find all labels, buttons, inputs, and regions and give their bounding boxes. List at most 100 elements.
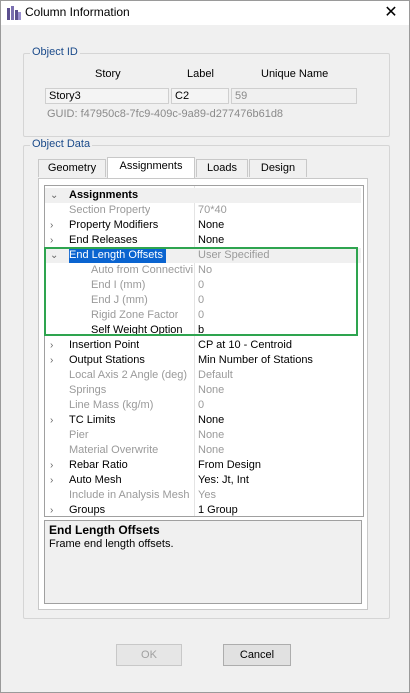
- story-header: Story: [95, 68, 121, 80]
- title-bar: Column Information ✕: [1, 1, 409, 25]
- grid-row-value[interactable]: b: [198, 323, 204, 338]
- expand-chevron-icon[interactable]: ›: [50, 503, 53, 516]
- description-title: End Length Offsets: [49, 523, 160, 537]
- grid-row-name: Springs: [69, 384, 107, 396]
- tab-loads[interactable]: Loads: [196, 159, 248, 177]
- grid-row[interactable]: › End Releases None: [45, 233, 361, 248]
- grid-row[interactable]: Material Overwrite None: [45, 443, 361, 458]
- object-data-group: Object Data Geometry Assignments Loads D…: [23, 138, 390, 619]
- window-title: Column Information: [25, 5, 130, 19]
- grid-row-name: Auto Mesh: [69, 474, 122, 486]
- grid-row-value[interactable]: Yes: [198, 488, 216, 503]
- tab-geometry[interactable]: Geometry: [38, 159, 106, 177]
- label-field: C2: [171, 88, 229, 104]
- grid-row[interactable]: ⌄ End Length Offsets User Specified: [45, 248, 361, 263]
- cancel-button[interactable]: Cancel: [223, 644, 291, 666]
- grid-row[interactable]: Include in Analysis Mesh Yes: [45, 488, 361, 503]
- grid-row-value[interactable]: 70*40: [198, 203, 227, 218]
- grid-row-value[interactable]: None: [198, 443, 224, 458]
- grid-row-value[interactable]: Yes: Jt, Int: [198, 473, 249, 488]
- grid-row[interactable]: Pier None: [45, 428, 361, 443]
- grid-row[interactable]: Auto from Connectivity No: [45, 263, 361, 278]
- grid-row-name: Auto from Connectivity: [91, 264, 193, 276]
- grid-row-name: Groups: [69, 504, 106, 516]
- expand-chevron-icon[interactable]: ›: [50, 233, 53, 248]
- description-panel: End Length Offsets Frame end length offs…: [44, 520, 362, 604]
- grid-row[interactable]: › TC Limits None: [45, 413, 361, 428]
- grid-row[interactable]: › Rebar Ratio From Design: [45, 458, 361, 473]
- grid-row-value[interactable]: 1 Group: [198, 503, 238, 516]
- grid-row-value[interactable]: Min Number of Stations: [198, 353, 313, 368]
- grid-row-value[interactable]: None: [198, 428, 224, 443]
- collapse-chevron-icon[interactable]: ⌄: [50, 248, 58, 263]
- unique-name-header: Unique Name: [261, 68, 329, 80]
- object-data-group-title: Object Data: [30, 138, 93, 150]
- grid-row-value[interactable]: Default: [198, 368, 233, 383]
- tab-design[interactable]: Design: [249, 159, 307, 177]
- grid-row-value[interactable]: From Design: [198, 458, 261, 473]
- object-id-group: Object ID Story Label Unique Name Story3…: [23, 46, 390, 137]
- expand-chevron-icon[interactable]: ›: [50, 338, 53, 353]
- grid-row-name: Assignments: [69, 189, 139, 201]
- grid-row-value[interactable]: 0: [198, 278, 204, 293]
- grid-row-name: Include in Analysis Mesh: [69, 489, 190, 501]
- expand-chevron-icon[interactable]: ›: [50, 458, 53, 473]
- app-icon: [7, 6, 21, 20]
- grid-row-name: Line Mass (kg/m): [69, 399, 154, 411]
- close-icon[interactable]: ✕: [379, 3, 403, 23]
- grid-row-name: End Length Offsets: [69, 248, 166, 263]
- object-id-group-title: Object ID: [30, 46, 80, 58]
- grid-row-value[interactable]: No: [198, 263, 212, 278]
- assignments-panel: ⌄ Assignments Section Property 70*40 › Proper…: [38, 178, 368, 610]
- column-information-dialog: Column Information ✕ Object ID Story Lab…: [0, 0, 410, 693]
- grid-row-name: TC Limits: [69, 414, 116, 426]
- grid-row-name: Section Property: [69, 204, 151, 216]
- grid-row[interactable]: › Auto Mesh Yes: Jt, Int: [45, 473, 361, 488]
- grid-row[interactable]: › Output Stations Min Number of Stations: [45, 353, 361, 368]
- grid-row-name: End J (mm): [91, 294, 148, 306]
- grid-row[interactable]: Self Weight Option b: [45, 323, 361, 338]
- grid-row-value[interactable]: None: [198, 413, 224, 428]
- grid-row-value[interactable]: 0: [198, 398, 204, 413]
- grid-row-name: Local Axis 2 Angle (deg): [69, 369, 188, 381]
- grid-row-value[interactable]: None: [198, 383, 224, 398]
- grid-row[interactable]: › Insertion Point CP at 10 - Centroid: [45, 338, 361, 353]
- grid-row-name: Rigid Zone Factor: [91, 309, 179, 321]
- collapse-chevron-icon[interactable]: ⌄: [50, 188, 58, 203]
- grid-row-value[interactable]: None: [198, 218, 224, 233]
- grid-row[interactable]: › Property Modifiers None: [45, 218, 361, 233]
- grid-row-name: Pier: [69, 429, 89, 441]
- grid-row-value[interactable]: 0: [198, 308, 204, 323]
- grid-row-name: End I (mm): [91, 279, 146, 291]
- grid-row[interactable]: Rigid Zone Factor 0: [45, 308, 361, 323]
- grid-row-value[interactable]: 0: [198, 293, 204, 308]
- grid-row-name: Self Weight Option: [91, 324, 183, 336]
- expand-chevron-icon[interactable]: ›: [50, 218, 53, 233]
- unique-name-field: 59: [231, 88, 357, 104]
- grid-row-name: End Releases: [69, 234, 138, 246]
- grid-row[interactable]: End J (mm) 0: [45, 293, 361, 308]
- tab-assignments[interactable]: Assignments: [107, 157, 195, 178]
- grid-row-name: Material Overwrite: [69, 444, 159, 456]
- grid-row-name: Insertion Point: [69, 339, 140, 351]
- grid-row-value[interactable]: CP at 10 - Centroid: [198, 338, 292, 353]
- label-header: Label: [187, 68, 214, 80]
- expand-chevron-icon[interactable]: ›: [50, 353, 53, 368]
- grid-row[interactable]: Springs None: [45, 383, 361, 398]
- grid-row[interactable]: Line Mass (kg/m) 0: [45, 398, 361, 413]
- grid-row-name: Rebar Ratio: [69, 459, 128, 471]
- grid-row-value[interactable]: None: [198, 233, 224, 248]
- grid-row[interactable]: End I (mm) 0: [45, 278, 361, 293]
- guid-text: GUID: f47950c8-7fc9-409c-9a89-d277476b61…: [47, 108, 284, 120]
- expand-chevron-icon[interactable]: ›: [50, 413, 53, 428]
- grid-row[interactable]: Section Property 70*40: [45, 203, 361, 218]
- grid-row[interactable]: › Groups 1 Group: [45, 503, 361, 516]
- grid-row-value[interactable]: User Specified: [198, 248, 270, 263]
- grid-row-name: Output Stations: [69, 354, 145, 366]
- ok-button[interactable]: OK: [116, 644, 182, 666]
- description-body: Frame end length offsets.: [49, 538, 174, 550]
- grid-row[interactable]: Local Axis 2 Angle (deg) Default: [45, 368, 361, 383]
- property-grid[interactable]: ⌄ Assignments Section Property 70*40 › Proper…: [44, 185, 364, 517]
- expand-chevron-icon[interactable]: ›: [50, 473, 53, 488]
- grid-row[interactable]: ⌄ Assignments: [45, 188, 361, 203]
